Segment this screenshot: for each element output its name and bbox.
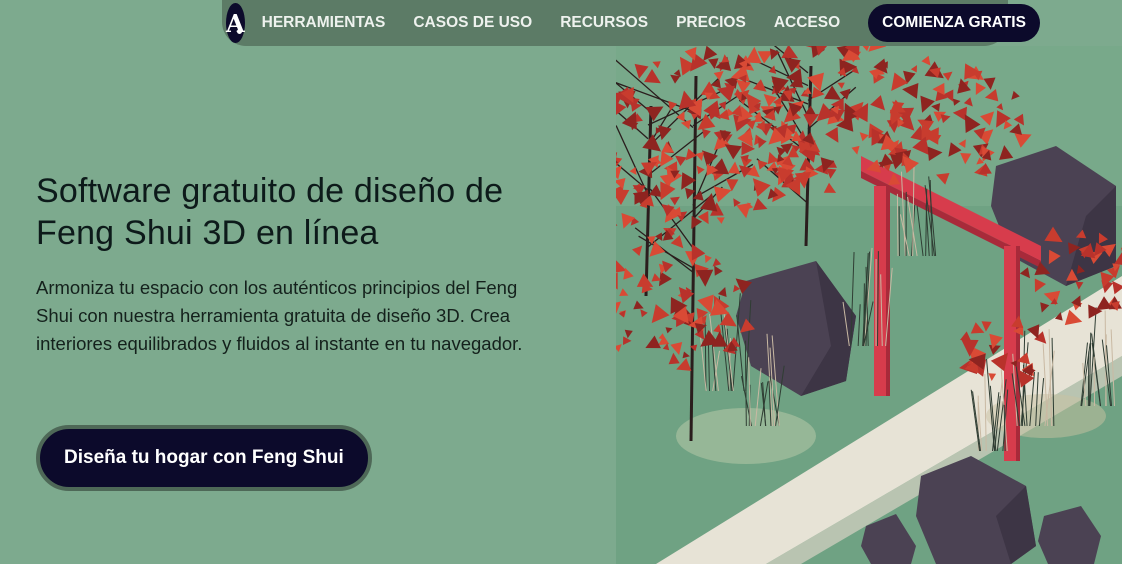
- logo-letter: A: [226, 8, 245, 38]
- hero-title: Software gratuito de diseño de Feng Shui…: [36, 172, 504, 252]
- nav-link-recursos[interactable]: RECURSOS: [560, 14, 648, 32]
- gate-post-shade: [886, 186, 890, 396]
- nav-links: HERRAMIENTAS CASOS DE USO RECURSOS PRECI…: [262, 14, 869, 32]
- top-navigation: A HERRAMIENTAS CASOS DE USO RECURSOS PRE…: [222, 0, 1040, 46]
- zen-garden-illustration: [616, 46, 1122, 564]
- design-home-button[interactable]: Diseña tu hogar con Feng Shui: [36, 425, 372, 491]
- nav-link-herramientas[interactable]: HERRAMIENTAS: [262, 14, 386, 32]
- nav-link-acceso[interactable]: ACCESO: [774, 14, 840, 32]
- grass-blade: [896, 193, 899, 257]
- start-free-button[interactable]: COMIENZA GRATIS: [868, 4, 1040, 42]
- red-leaf: [616, 272, 618, 290]
- gate-post-shade: [1016, 246, 1020, 461]
- logo-dot: [237, 29, 242, 34]
- nav-link-precios[interactable]: PRECIOS: [676, 14, 746, 32]
- hero-description: Armoniza tu espacio con los auténticos p…: [36, 277, 523, 354]
- brand-logo[interactable]: A: [226, 3, 245, 43]
- nav-link-casos-de-uso[interactable]: CASOS DE USO: [413, 14, 532, 32]
